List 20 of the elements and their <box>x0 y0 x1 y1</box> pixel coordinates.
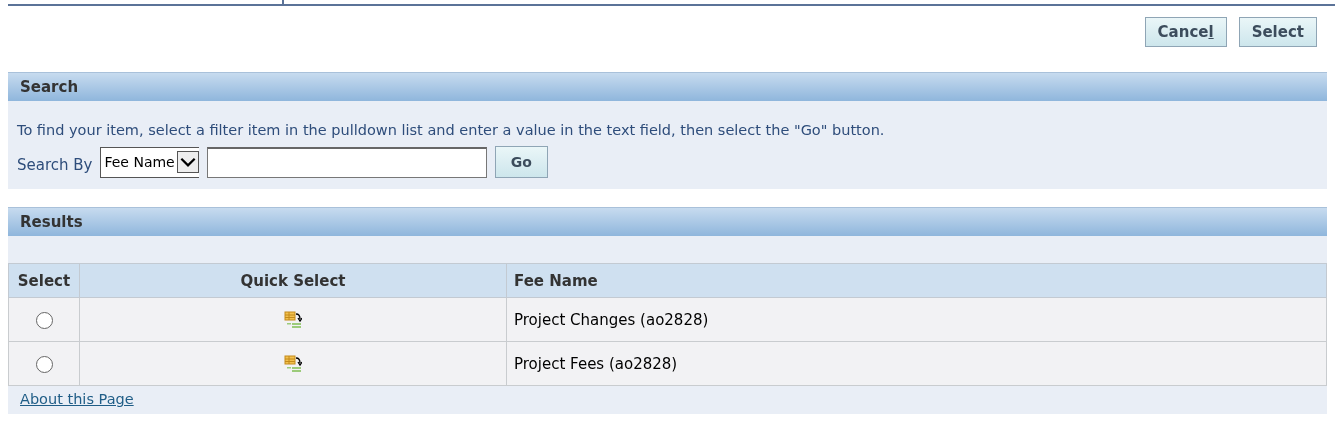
go-button[interactable]: Go <box>494 146 548 178</box>
table-arrow-icon[interactable] <box>284 354 302 373</box>
radio-button[interactable] <box>35 355 53 373</box>
chevron-down-icon <box>176 151 199 173</box>
section-header: Results <box>8 207 1327 236</box>
about-link[interactable]: About this Page <box>20 391 134 407</box>
table-cell: Project Changes (ao2828) <box>506 297 1327 342</box>
search-field[interactable] <box>206 146 487 178</box>
action-button[interactable]: Cancel <box>1144 17 1227 47</box>
section-header: Search <box>8 72 1327 101</box>
instructions-text: To find your item, select a filter item in the pulldown list and enter a value in the text field, then select the "Go" button. <box>17 122 886 138</box>
column-header: Fee Name <box>506 263 1327 298</box>
action-button[interactable]: Select <box>1238 17 1317 47</box>
table-arrow-icon[interactable] <box>284 310 302 329</box>
column-header: Quick Select <box>79 263 507 298</box>
radio-button[interactable] <box>35 311 53 329</box>
search-by-label: Search By <box>17 156 93 174</box>
table-cell: Project Fees (ao2828) <box>506 341 1327 386</box>
column-header: Select <box>8 263 80 298</box>
filter-dropdown[interactable]: Fee Name <box>100 146 199 178</box>
